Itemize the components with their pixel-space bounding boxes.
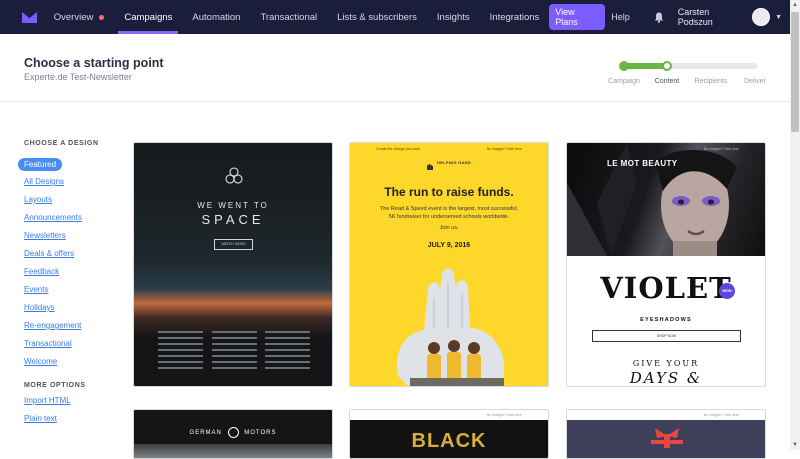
filter-deals-offers[interactable]: Deals & offers xyxy=(24,249,128,258)
scroll-up-icon[interactable]: ▲ xyxy=(792,2,798,8)
page-header: Choose a starting point Experte.de Test-… xyxy=(0,34,790,102)
notification-dot xyxy=(99,14,105,20)
template-card-space[interactable]: WE WENT TO SPACE WATCH VIDEO xyxy=(133,142,333,387)
filter-welcome[interactable]: Welcome xyxy=(24,357,128,366)
charity-join: Join us. xyxy=(439,225,459,231)
beauty-new-badge: NEW xyxy=(719,283,735,299)
space-text-column-2 xyxy=(212,331,257,373)
view-plans-button[interactable]: View Plans xyxy=(549,4,606,30)
filter-announcements[interactable]: Announcements xyxy=(24,213,128,222)
filter-events[interactable]: Events xyxy=(24,285,128,294)
progress-steps: Campaign Content Recipients Deliver xyxy=(604,56,770,96)
bell-icon[interactable] xyxy=(654,12,664,23)
step-dot-campaign[interactable] xyxy=(619,61,629,71)
nav-lists-label: Lists & subscribers xyxy=(337,11,417,23)
campaign-name: Experte.de Test-Newsletter xyxy=(24,72,132,82)
filter-featured[interactable]: Featured xyxy=(18,158,63,171)
charity-title: The run to raise funds. xyxy=(384,185,514,199)
more-options-heading: MORE OPTIONS xyxy=(24,382,86,389)
step-campaign[interactable]: Campaign xyxy=(608,78,640,85)
motors-car-image xyxy=(134,444,332,458)
black-view-online: No images? Click here xyxy=(486,413,522,417)
space-headline-2: SPACE xyxy=(201,212,265,227)
watch-video-button: WATCH VIDEO xyxy=(214,239,253,250)
charity-date: JULY 9, 2016 xyxy=(427,242,471,249)
nav-insights[interactable]: Insights xyxy=(427,0,480,34)
top-navigation: Overview Campaigns Automation Transactio… xyxy=(0,0,790,34)
template-card-gift[interactable]: No images? Click here xyxy=(566,409,766,459)
template-card-black-friday[interactable]: No images? Click here BLACK xyxy=(349,409,549,459)
step-dot-content[interactable] xyxy=(662,61,672,71)
charity-logo-text: HELPING HAND xyxy=(437,160,472,165)
beauty-view-online: No images? Click here xyxy=(703,147,739,151)
page-title: Choose a starting point xyxy=(24,56,164,70)
motors-logo-icon xyxy=(227,427,239,438)
space-logo-icon xyxy=(225,167,243,189)
nav-transactional[interactable]: Transactional xyxy=(250,0,327,34)
nav-integrations-label: Integrations xyxy=(489,11,540,23)
gift-view-online: No images? Click here xyxy=(703,413,739,417)
filter-holidays[interactable]: Holidays xyxy=(24,303,128,312)
nav-automation-label: Automation xyxy=(192,11,241,23)
avatar[interactable] xyxy=(752,8,771,26)
template-card-charity[interactable]: Create the change you want No images? Cl… xyxy=(349,142,549,387)
beauty-days-text: DAYS & xyxy=(629,369,703,387)
plain-text-link[interactable]: Plain text xyxy=(24,414,128,423)
nav-lists-subscribers[interactable]: Lists & subscribers xyxy=(327,0,427,34)
charity-body: The Read & Speed event is the largest, m… xyxy=(350,205,548,221)
import-html-link[interactable]: Import HTML xyxy=(24,396,128,405)
nav-campaigns[interactable]: Campaigns xyxy=(114,0,182,34)
shop-now-button: SHOP NOW xyxy=(592,330,741,342)
nav-transactional-label: Transactional xyxy=(260,11,318,23)
beauty-subtitle: EYESHADOWS xyxy=(640,317,692,323)
filter-transactional[interactable]: Transactional xyxy=(24,339,128,348)
choose-design-heading: CHOOSE A DESIGN xyxy=(24,140,99,147)
motors-brand: GERMAN MOTORS xyxy=(134,427,332,438)
nav-automation[interactable]: Automation xyxy=(182,0,250,34)
step-deliver[interactable]: Deliver xyxy=(744,78,766,85)
template-card-beauty[interactable]: No images? Click here LE MOT BEAUTY VIOL… xyxy=(566,142,766,387)
nav-insights-label: Insights xyxy=(436,11,470,23)
nav-overview-label: Overview xyxy=(53,11,94,23)
gift-bow-icon xyxy=(651,424,683,453)
design-sidebar: CHOOSE A DESIGN Featured All Designs Lay… xyxy=(18,140,128,432)
motors-brand-left: GERMAN xyxy=(189,430,222,437)
charity-body-line-1: The Read & Speed event is the largest, m… xyxy=(379,206,519,212)
beauty-brand: LE MOT BEAUTY xyxy=(607,159,678,168)
logo-icon[interactable] xyxy=(16,0,44,34)
template-card-motors[interactable]: GERMAN MOTORS xyxy=(133,409,333,459)
hand-logo-icon xyxy=(426,158,434,176)
filter-newsletters[interactable]: Newsletters xyxy=(24,231,128,240)
space-text-column-3 xyxy=(265,331,310,373)
help-link[interactable]: Help xyxy=(611,12,630,22)
charity-preheader: Create the change you want xyxy=(376,147,420,151)
step-recipients[interactable]: Recipients xyxy=(695,78,728,85)
charity-body-line-2: 5K fundraiser for underserved schools wo… xyxy=(388,214,510,220)
filter-all-designs[interactable]: All Designs xyxy=(24,177,128,186)
filter-layouts[interactable]: Layouts xyxy=(24,195,128,204)
motors-brand-right: MOTORS xyxy=(244,430,277,437)
page-scrollbar[interactable]: ▲ ▼ xyxy=(790,0,800,450)
nav-campaigns-label: Campaigns xyxy=(124,11,173,23)
step-content[interactable]: Content xyxy=(655,78,680,85)
chevron-down-icon[interactable]: ▼ xyxy=(775,14,782,21)
space-text-column-1 xyxy=(158,331,203,373)
nav-integrations[interactable]: Integrations xyxy=(480,0,550,34)
space-headline-1: WE WENT TO xyxy=(197,201,269,210)
children-hand-image xyxy=(390,268,508,386)
user-name[interactable]: Carsten Podszun xyxy=(678,7,746,27)
filter-feedback[interactable]: Feedback xyxy=(24,267,128,276)
charity-view-online: No images? Click here xyxy=(486,147,522,151)
beauty-give-text: GIVE YOUR xyxy=(632,359,700,368)
scroll-down-icon[interactable]: ▼ xyxy=(792,442,798,448)
nav-overview[interactable]: Overview xyxy=(44,0,115,34)
filter-re-engagement[interactable]: Re-engagement xyxy=(24,321,128,330)
beauty-product-name: VIOLET xyxy=(600,271,732,305)
scrollbar-thumb[interactable] xyxy=(791,12,799,132)
